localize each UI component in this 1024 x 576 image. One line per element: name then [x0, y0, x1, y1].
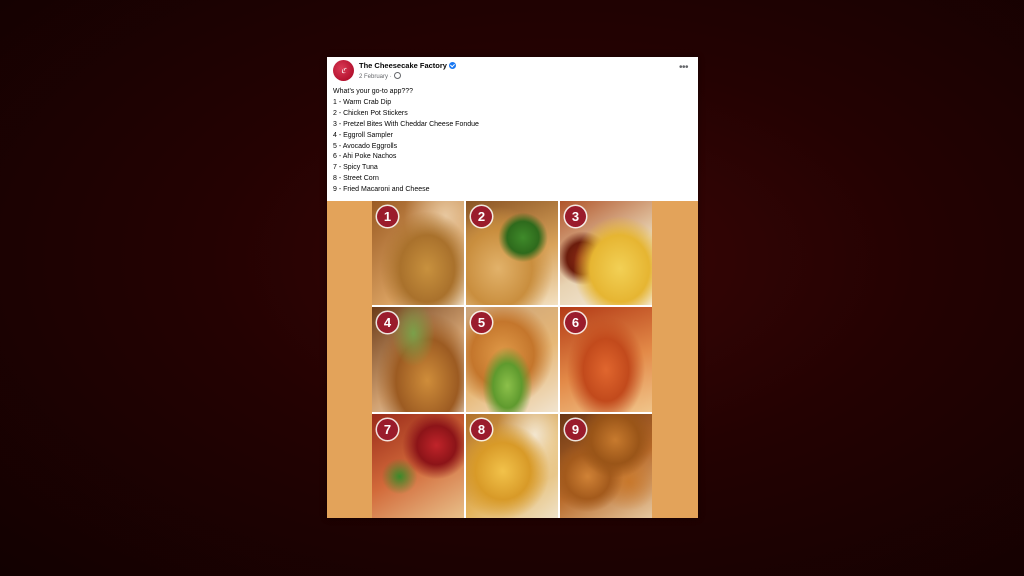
number-badge: 3 [565, 206, 586, 227]
facebook-post: ℭ The Cheesecake Factory 2 February · ••… [327, 57, 698, 518]
number-badge: 8 [471, 418, 492, 440]
caption-line: 8 - Street Corn [333, 175, 379, 183]
number-badge: 7 [377, 418, 398, 440]
caption-line: 6 - Ahi Poke Nachos [333, 153, 397, 161]
number-badge: 1 [377, 206, 398, 227]
date-separator: · [389, 74, 392, 80]
cheesecake-factory-logo: ℭ [341, 66, 346, 75]
appetizer-photo: 7 [372, 413, 464, 518]
caption-line: 3 - Pretzel Bites With Cheddar Cheese Fo… [333, 120, 479, 128]
page-avatar[interactable]: ℭ [333, 60, 354, 81]
number-badge: 9 [565, 418, 586, 440]
caption-line: 1 - Warm Crab Dip [333, 98, 392, 106]
number-badge: 2 [471, 206, 492, 227]
number-badge: 4 [377, 312, 398, 334]
verified-badge-icon [448, 62, 456, 69]
caption-line: 4 - Eggroll Sampler [333, 131, 393, 139]
post-meta: 2 February · [359, 72, 402, 80]
caption-question: What’s your go-to app??? [333, 88, 414, 95]
number-badge: 5 [471, 312, 492, 334]
post-caption: What’s your go-to app??? 1 - Warm Crab D… [333, 87, 693, 196]
caption-line: 7 - Spicy Tuna [333, 164, 378, 172]
appetizer-photo: 5 [466, 307, 558, 412]
appetizer-photo: 4 [372, 307, 464, 412]
appetizer-photo: 1 [372, 201, 464, 306]
appetizer-photo: 3 [560, 201, 652, 306]
appetizer-photo: 6 [560, 307, 652, 412]
number-badge: 6 [565, 312, 586, 334]
page-name: The Cheesecake Factory [359, 61, 447, 70]
caption-line: 5 - Avocado Eggrolls [333, 142, 398, 150]
appetizer-collage: 1 2 3 4 5 6 7 8 9 [372, 201, 652, 518]
page-name-link[interactable]: The Cheesecake Factory [359, 61, 456, 70]
more-options-button[interactable]: ••• [679, 63, 689, 73]
post-image[interactable]: 1 2 3 4 5 6 7 8 9 [327, 201, 698, 518]
caption-line: 9 - Fried Macaroni and Cheese [333, 186, 430, 194]
caption-line: 2 - Chicken Pot Stickers [333, 109, 408, 117]
globe-icon [394, 72, 402, 79]
appetizer-photo: 8 [466, 413, 558, 518]
appetizer-photo: 2 [466, 201, 558, 306]
post-header: ℭ The Cheesecake Factory 2 February · ••… [327, 57, 698, 85]
appetizer-photo: 9 [560, 413, 652, 518]
post-date[interactable]: 2 February [359, 74, 388, 80]
